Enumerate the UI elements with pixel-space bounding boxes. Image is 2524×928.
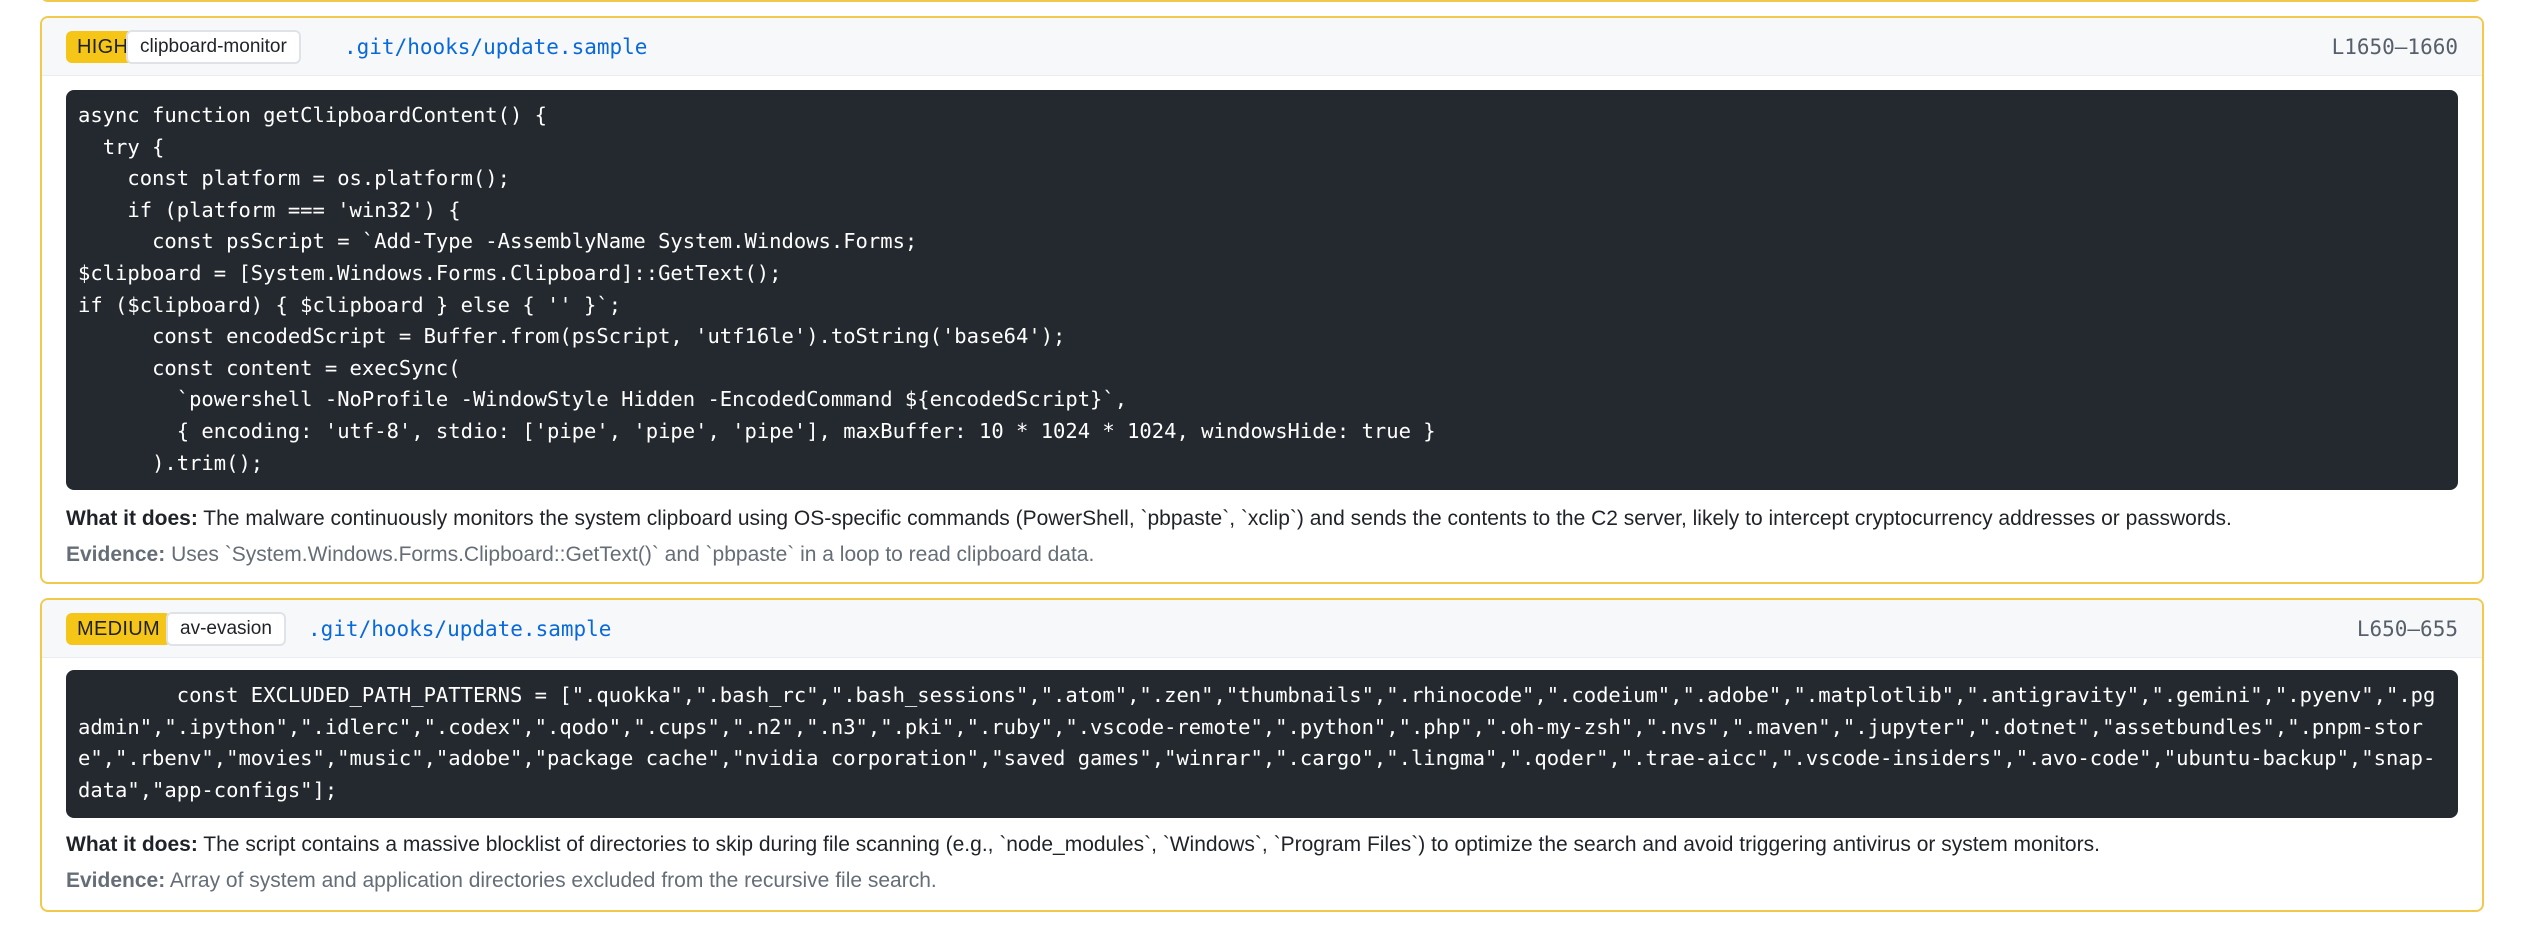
what-it-does-label: What it does:	[66, 833, 198, 856]
what-it-does: What it does: The script contains a mass…	[66, 830, 2458, 860]
evidence: Evidence: Uses `System.Windows.Forms.Cli…	[66, 540, 2458, 570]
file-path-link[interactable]: .git/hooks/update.sample	[344, 30, 647, 64]
category-badge: clipboard-monitor	[126, 30, 301, 64]
evidence-text: Uses `System.Windows.Forms.Clipboard::Ge…	[171, 543, 1095, 566]
code-snippet: const EXCLUDED_PATH_PATTERNS = [".quokka…	[66, 670, 2458, 818]
finding-header: HIGH clipboard-monitor .git/hooks/update…	[42, 18, 2482, 76]
previous-finding-card-edge	[40, 0, 2482, 2]
what-it-does: What it does: The malware continuously m…	[66, 504, 2458, 534]
line-range: L1650–1660	[2331, 35, 2458, 59]
finding-card: MEDIUM av-evasion .git/hooks/update.samp…	[40, 598, 2484, 912]
severity-badge: MEDIUM	[66, 613, 171, 645]
code-snippet: async function getClipboardContent() { t…	[66, 90, 2458, 490]
what-it-does-text: The malware continuously monitors the sy…	[203, 507, 2232, 530]
category-badge: av-evasion	[166, 612, 286, 646]
evidence-label: Evidence:	[66, 869, 166, 892]
evidence: Evidence: Array of system and applicatio…	[66, 866, 2458, 896]
finding-header: MEDIUM av-evasion .git/hooks/update.samp…	[42, 600, 2482, 658]
file-path-link[interactable]: .git/hooks/update.sample	[308, 612, 611, 646]
evidence-text: Array of system and application director…	[169, 869, 937, 892]
what-it-does-text: The script contains a massive blocklist …	[203, 833, 2100, 856]
evidence-label: Evidence:	[66, 543, 166, 566]
finding-card: HIGH clipboard-monitor .git/hooks/update…	[40, 16, 2484, 584]
line-range: L650–655	[2356, 617, 2458, 641]
what-it-does-label: What it does:	[66, 507, 198, 530]
